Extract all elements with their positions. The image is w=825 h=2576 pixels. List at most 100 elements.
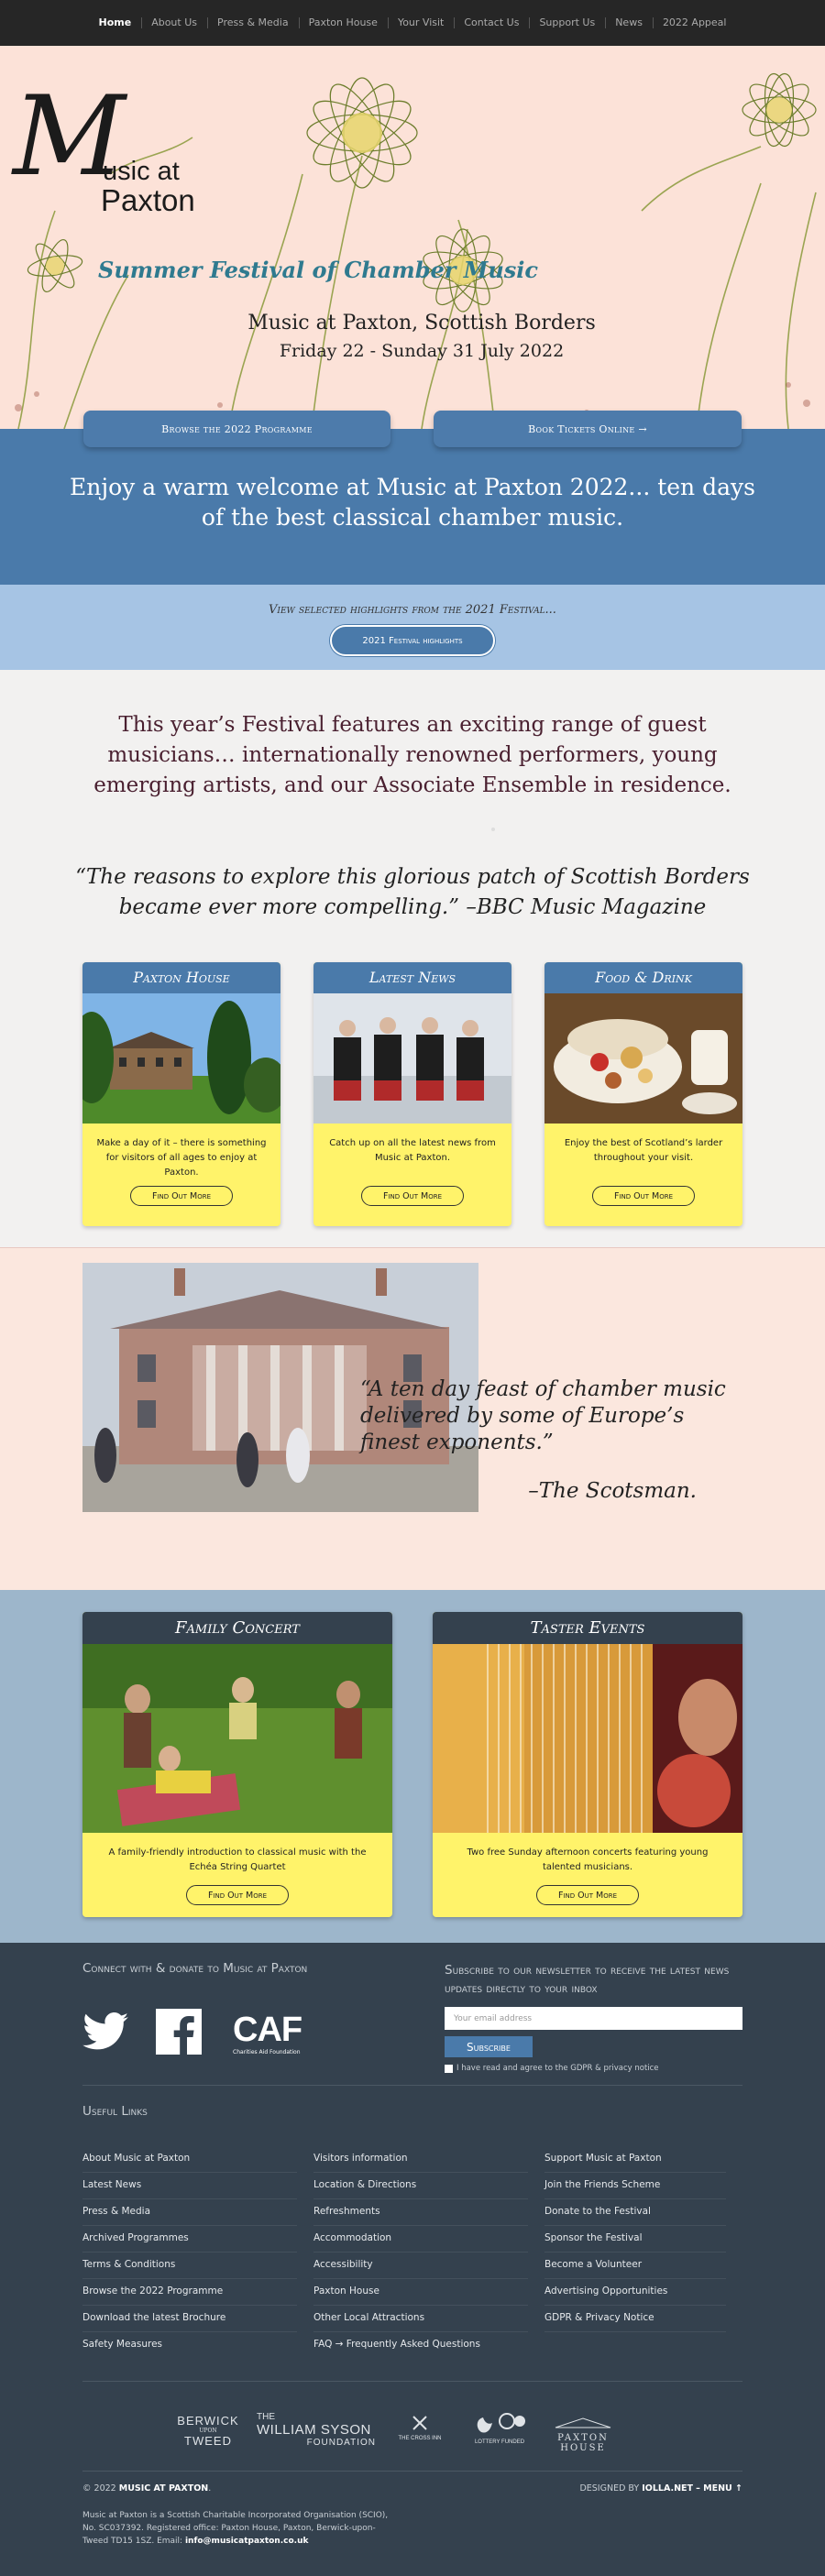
house-icon	[555, 2417, 611, 2428]
card-paxton-house: Paxton House Make a day of it – there is…	[82, 962, 280, 1226]
find-out-more-button[interactable]: Find Out More	[592, 1186, 695, 1206]
link-latest-news[interactable]: Latest News	[82, 2173, 297, 2199]
card-food-drink: Food & Drink Enjoy the best of Scotland’…	[544, 962, 742, 1226]
link-volunteer[interactable]: Become a Volunteer	[544, 2253, 726, 2279]
link-faq[interactable]: FAQ → Frequently Asked Questions	[314, 2332, 528, 2359]
browse-programme-button[interactable]: Browse the 2022 Programme	[83, 411, 390, 447]
link-terms[interactable]: Terms & Conditions	[82, 2253, 297, 2279]
nav-about-us[interactable]: About Us	[141, 0, 207, 46]
highlights-text: View selected highlights from the 2021 F…	[269, 603, 556, 617]
paxton-house-logo[interactable]: PAXTON HOUSE	[546, 2416, 620, 2453]
latest-news-image[interactable]	[314, 993, 512, 1124]
family-concert-image[interactable]	[82, 1644, 392, 1833]
bbc-quote: “The reasons to explore this glorious pa…	[75, 865, 750, 919]
paxton-house-image[interactable]	[82, 993, 280, 1124]
link-advertising[interactable]: Advertising Opportunities	[544, 2279, 726, 2306]
footer-divider	[82, 2085, 742, 2086]
taster-events-image[interactable]	[433, 1644, 742, 1833]
highlights-strip: View selected highlights from the 2021 F…	[0, 585, 825, 670]
link-browse-programme[interactable]: Browse the 2022 Programme	[82, 2279, 297, 2306]
card-text: Two free Sunday afternoon concerts featu…	[467, 1847, 709, 1872]
useful-links-heading: Useful Links	[82, 2104, 148, 2119]
nav-home[interactable]: Home	[89, 0, 142, 46]
link-location[interactable]: Location & Directions	[314, 2173, 528, 2199]
card-text: Make a day of it – there is something fo…	[96, 1138, 267, 1178]
link-support[interactable]: Support Music at Paxton	[544, 2146, 726, 2173]
find-out-more-button[interactable]: Find Out More	[536, 1885, 639, 1905]
nav-paxton-house[interactable]: Paxton House	[298, 0, 388, 46]
link-donate[interactable]: Donate to the Festival	[544, 2199, 726, 2226]
nav-your-visit[interactable]: Your Visit	[387, 0, 454, 46]
card-text: Enjoy the best of Scotland’s larder thro…	[564, 1138, 723, 1163]
card-taster-events: Taster Events Two free Sunday afternoon …	[433, 1612, 742, 1917]
card-family-concert: Family Concert A family-friendly introdu…	[82, 1612, 392, 1917]
nav-2022-appeal[interactable]: 2022 Appeal	[652, 0, 737, 46]
link-paxton-house[interactable]: Paxton House	[314, 2279, 528, 2306]
card-title: Family Concert	[82, 1612, 392, 1644]
card-title: Taster Events	[433, 1612, 742, 1644]
link-visitors-info[interactable]: Visitors information	[314, 2146, 528, 2173]
gdpr-consent[interactable]: I have read and agree to the GDPR & priv…	[445, 2064, 659, 2073]
highlights-2021-button[interactable]: 2021 Festival highlights	[330, 625, 495, 656]
card-title: Latest News	[314, 962, 512, 993]
link-brochure[interactable]: Download the latest Brochure	[82, 2306, 297, 2332]
card-text: Catch up on all the latest news from Mus…	[329, 1138, 496, 1163]
facebook-icon[interactable]	[156, 2009, 202, 2055]
link-refreshments[interactable]: Refreshments	[314, 2199, 528, 2226]
cross-inn-logo[interactable]: THE CROSS INN	[392, 2414, 447, 2441]
copyright: © 2022 MUSIC AT PAXTON.	[82, 2483, 212, 2494]
scotsman-section: “A ten day feast of chamber music delive…	[0, 1247, 825, 1590]
subscribe-button[interactable]: Subscribe	[445, 2036, 533, 2057]
find-out-more-button[interactable]: Find Out More	[186, 1885, 289, 1905]
back-to-menu-link[interactable]: – MENU ↑	[696, 2483, 742, 2494]
festival-subtitle: Summer Festival of Chamber Music	[98, 257, 539, 283]
caf-logo[interactable]: CAF Charities Aid Foundation	[233, 2009, 302, 2055]
link-friends-scheme[interactable]: Join the Friends Scheme	[544, 2173, 726, 2199]
link-archived-programmes[interactable]: Archived Programmes	[82, 2226, 297, 2253]
gdpr-label: I have read and agree to the GDPR & priv…	[456, 2064, 659, 2073]
iolla-link[interactable]: IOLLA.NET	[642, 2483, 693, 2494]
book-tickets-button[interactable]: Book Tickets Online →	[434, 411, 742, 447]
festival-dates: Friday 22 - Sunday 31 July 2022	[279, 341, 565, 361]
card-title: Paxton House	[82, 962, 280, 993]
link-press[interactable]: Press & Media	[82, 2199, 297, 2226]
welcome-banner: Enjoy a warm welcome at Music at Paxton …	[0, 429, 825, 585]
link-accessibility[interactable]: Accessibility	[314, 2253, 528, 2279]
card-title: Food & Drink	[544, 962, 742, 993]
nav-contact-us[interactable]: Contact Us	[454, 0, 529, 46]
link-local-attractions[interactable]: Other Local Attractions	[314, 2306, 528, 2332]
link-sponsor[interactable]: Sponsor the Festival	[544, 2226, 726, 2253]
gdpr-checkbox[interactable]	[445, 2064, 453, 2073]
food-drink-image[interactable]	[544, 993, 742, 1124]
email-placeholder: Your email address	[454, 2013, 533, 2023]
footer-divider	[82, 2381, 742, 2382]
card-latest-news: Latest News Catch up on all the latest n…	[314, 962, 512, 1226]
scotsman-quote: “A ten day feast of chamber music delive…	[360, 1377, 726, 1454]
festival-location: Music at Paxton, Scottish Borders	[248, 312, 596, 334]
connect-heading: Connect with & donate to Music at Paxton	[82, 1961, 308, 1976]
link-accommodation[interactable]: Accommodation	[314, 2226, 528, 2253]
newsletter-heading: Subscribe to our newsletter to receive t…	[445, 1963, 730, 1996]
card-text: A family-friendly introduction to classi…	[108, 1847, 367, 1872]
find-out-more-button[interactable]: Find Out More	[361, 1186, 464, 1206]
email-link[interactable]: info@musicatpaxton.co.uk	[185, 2537, 309, 2546]
nav-news[interactable]: News	[605, 0, 653, 46]
nav-support-us[interactable]: Support Us	[529, 0, 605, 46]
lottery-icon	[477, 2413, 525, 2433]
newsletter-email-input[interactable]: Your email address	[445, 2007, 742, 2030]
intro-text: This year’s Festival features an excitin…	[94, 713, 732, 797]
welcome-text: Enjoy a warm welcome at Music at Paxton …	[70, 474, 755, 531]
nav-press-media[interactable]: Press & Media	[207, 0, 299, 46]
copyright-link[interactable]: MUSIC AT PAXTON	[119, 2483, 209, 2494]
link-gdpr[interactable]: GDPR & Privacy Notice	[544, 2306, 726, 2332]
sponsor-logos: BERWICK UPON TWEED THE WILLIAM SYSON FOU…	[0, 2403, 825, 2458]
link-about[interactable]: About Music at Paxton	[82, 2146, 297, 2173]
footer-divider	[82, 2471, 742, 2472]
link-safety[interactable]: Safety Measures	[82, 2332, 297, 2359]
find-out-more-button[interactable]: Find Out More	[130, 1186, 233, 1206]
berwick-upon-tweed-logo[interactable]: BERWICK UPON TWEED	[176, 2414, 240, 2448]
william-syson-foundation-logo[interactable]: THE WILLIAM SYSON FOUNDATION	[257, 2412, 376, 2448]
lottery-funded-logo[interactable]: LOTTERY FUNDED	[468, 2412, 532, 2445]
twitter-icon[interactable]	[82, 2009, 130, 2055]
music-at-paxton-logo[interactable]: M usic at Paxton	[13, 82, 214, 220]
